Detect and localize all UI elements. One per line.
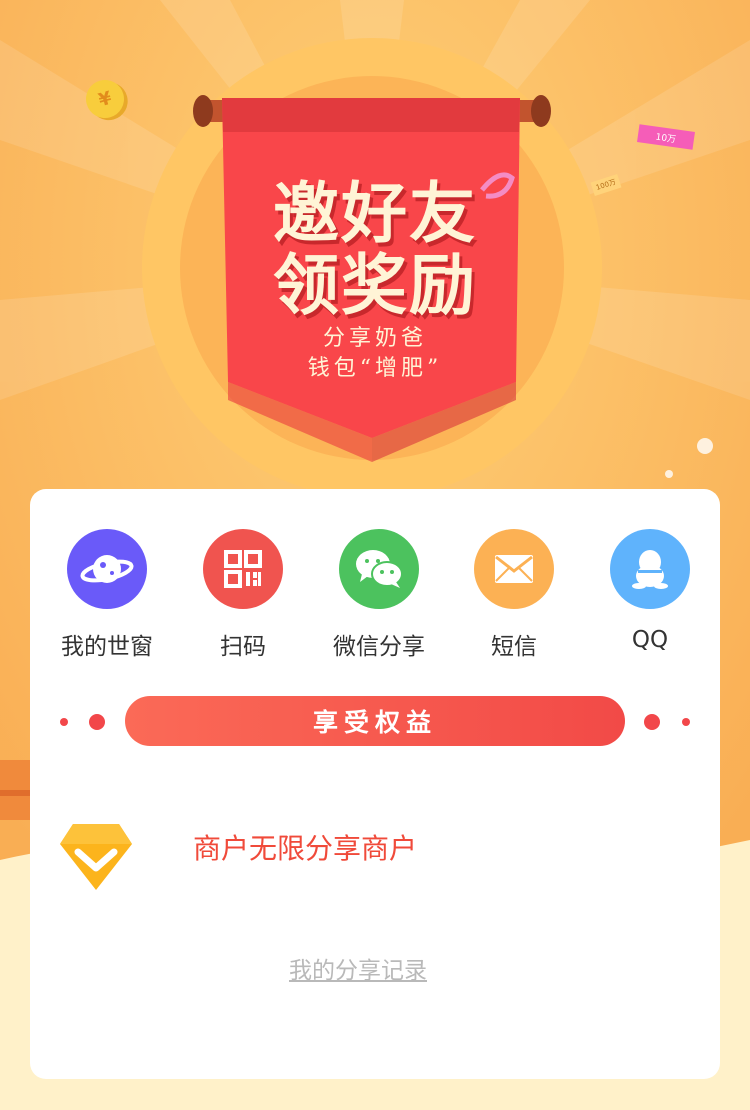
share-my-window-label: 我的世窗 — [61, 634, 153, 660]
share-qq-button[interactable]: QQ — [582, 529, 718, 653]
share-wechat-button[interactable]: 微信分享 — [311, 529, 447, 661]
benefit-item-text: 商户无限分享商户 — [193, 832, 418, 865]
coin-symbol: ¥ — [96, 87, 114, 111]
qq-penguin-icon — [610, 529, 690, 609]
share-record-link[interactable]: 我的分享记录 — [30, 951, 686, 985]
dot-left-small — [60, 718, 68, 726]
planet-icon — [67, 529, 147, 609]
share-wechat-label: 微信分享 — [333, 634, 425, 660]
share-sms-label: 短信 — [491, 634, 537, 660]
dot-right-large — [644, 714, 660, 730]
dot-left-large — [89, 714, 105, 730]
banner-subtitle-line1: 分享奶爸 — [322, 326, 427, 351]
envelope-icon — [474, 529, 554, 609]
qrcode-icon — [203, 529, 283, 609]
share-sms-button[interactable]: 短信 — [446, 529, 582, 661]
enjoy-benefits-button[interactable]: 享受权益 — [125, 696, 625, 746]
diamond-check-icon — [60, 824, 132, 890]
banner-subtitle-line2: 钱包“增肥” — [307, 356, 443, 381]
ticket-pink-label: 10万 — [654, 132, 677, 145]
share-qq-label: QQ — [631, 627, 669, 653]
share-options: 我的世窗 扫码 微信分享 短信 QQ — [30, 529, 720, 669]
share-qrcode-label: 扫码 — [220, 634, 266, 660]
share-my-window-button[interactable]: 我的世窗 — [39, 529, 175, 661]
share-qrcode-button[interactable]: 扫码 — [175, 529, 311, 661]
wechat-icon — [339, 529, 419, 609]
banner-title-line2: 领奖励 — [273, 246, 477, 324]
share-card: 我的世窗 扫码 微信分享 短信 QQ 享受权益 商户无限分享商户 我的分享记录 — [30, 489, 720, 1079]
dot-right-small — [682, 718, 690, 726]
